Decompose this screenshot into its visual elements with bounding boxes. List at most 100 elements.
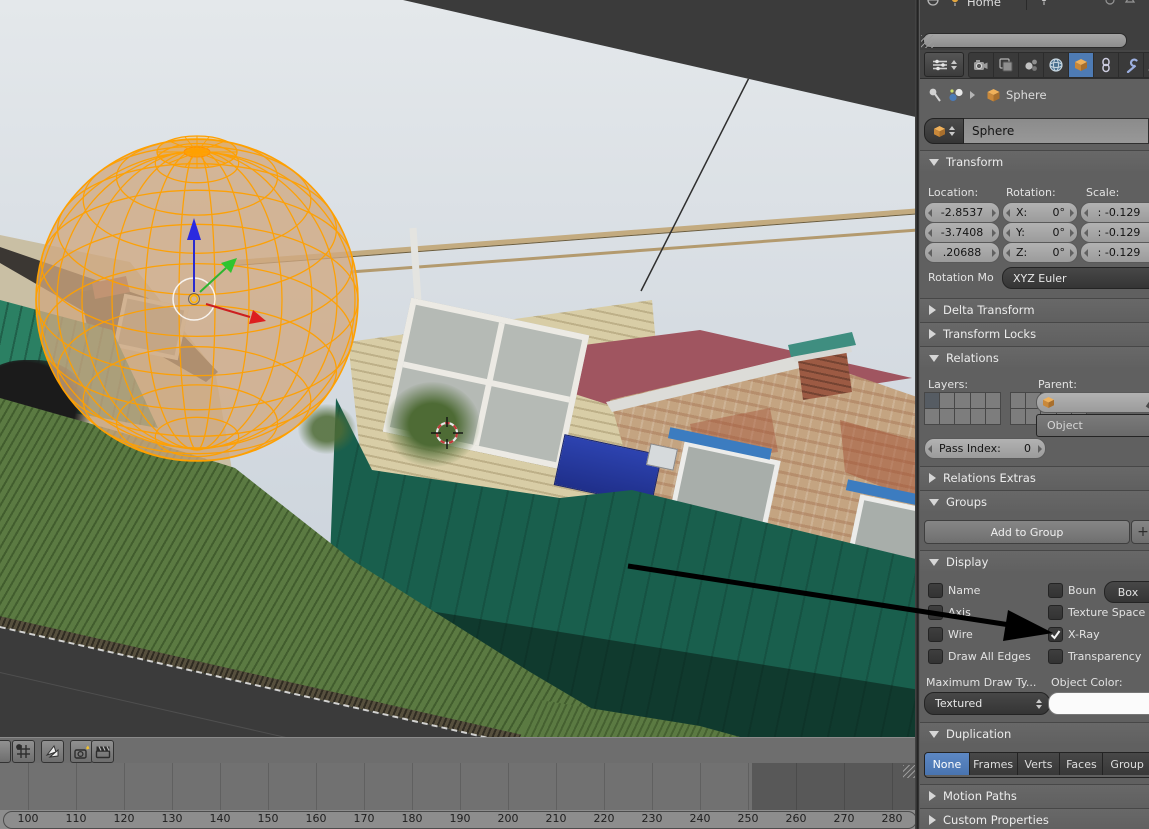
checkbox-draw-all-edges[interactable] <box>928 649 943 664</box>
layer-toggle[interactable] <box>969 407 987 425</box>
layer-toggle[interactable] <box>1009 391 1026 409</box>
checkbox-texture-space[interactable] <box>1048 605 1063 620</box>
panel-header-custom-properties[interactable]: Custom Properties <box>920 808 1149 829</box>
properties-header <box>920 50 1149 79</box>
timeline-gridline <box>220 763 221 810</box>
tab-constraints[interactable] <box>1094 53 1119 77</box>
rotation-y-field[interactable]: Y: 0° <box>1002 222 1078 243</box>
checkbox-axis[interactable] <box>928 605 943 620</box>
location-x-field[interactable]: -2.8537 <box>924 202 1000 223</box>
tab-object[interactable] <box>1069 53 1094 77</box>
panel-header-delta-transform[interactable]: Delta Transform <box>920 298 1149 321</box>
panel-header-duplication[interactable]: Duplication <box>920 722 1149 745</box>
timeline-editor[interactable]: 100 110 120 130 140 150 160 170 180 190 200 210 220 2… <box>0 737 920 829</box>
region-resize-corner[interactable] <box>921 35 934 48</box>
frame-label: 130 <box>161 812 183 825</box>
timeline-gridline <box>652 763 653 810</box>
panel-title: Motion Paths <box>943 789 1017 803</box>
cube-icon <box>987 88 1000 101</box>
panel-title: Relations Extras <box>943 471 1036 485</box>
checkbox-xray[interactable] <box>1048 627 1063 642</box>
tab-data[interactable] <box>1144 53 1149 77</box>
outliner-item-label[interactable]: Home <box>967 0 1001 9</box>
timeline-ruler[interactable]: 100 110 120 130 140 150 160 170 180 190 200 210 220 2… <box>0 810 920 829</box>
layer-toggle[interactable] <box>954 391 971 409</box>
duplication-option-group[interactable]: Group <box>1103 753 1149 775</box>
bounds-type-dropdown[interactable]: Box <box>1104 581 1149 603</box>
tab-scene[interactable] <box>1019 53 1044 77</box>
tab-world[interactable] <box>1044 53 1069 77</box>
layer-toggle[interactable] <box>938 391 956 409</box>
location-y-field[interactable]: -3.7408 <box>924 222 1000 243</box>
checkbox-wire[interactable] <box>928 627 943 642</box>
panel-header-groups[interactable]: Groups <box>920 490 1149 513</box>
panel-header-relations-extras[interactable]: Relations Extras <box>920 466 1149 489</box>
pin-icon[interactable] <box>928 87 943 103</box>
location-z-field[interactable]: .20688 <box>924 242 1000 263</box>
checkbox-transparency[interactable] <box>1048 649 1063 664</box>
checkbox-label: Draw All Edges <box>948 650 1031 663</box>
rotation-z-field[interactable]: Z: 0° <box>1002 242 1078 263</box>
layer-toggle[interactable] <box>923 391 940 409</box>
frame-label: 270 <box>833 812 855 825</box>
blender-window: 100 110 120 130 140 150 160 170 180 190 200 210 220 2… <box>0 0 1149 829</box>
restrict-icon <box>1104 0 1116 10</box>
layer-toggle[interactable] <box>938 407 956 425</box>
layer-toggle[interactable] <box>985 407 1002 425</box>
scale-z-field[interactable]: : -0.129 <box>1080 242 1149 263</box>
layer-toggle[interactable] <box>954 407 971 425</box>
3d-viewport[interactable] <box>0 0 920 737</box>
tab-render-layers[interactable] <box>994 53 1019 77</box>
timeline-clapperboard-button[interactable] <box>91 740 114 763</box>
frame-label: 250 <box>737 812 759 825</box>
add-to-group-button[interactable]: Add to Group <box>924 520 1130 544</box>
checkbox-bounds[interactable] <box>1048 583 1063 598</box>
parent-type-dropdown[interactable]: Object <box>1036 414 1149 437</box>
breadcrumb-object-label[interactable]: Sphere <box>1006 88 1047 102</box>
timeline-track[interactable] <box>0 763 920 810</box>
object-color-swatch[interactable] <box>1048 692 1149 715</box>
scale-y-field[interactable]: : -0.129 <box>1080 222 1149 243</box>
checkbox-label: Axis <box>948 606 971 619</box>
panel-header-motion-paths[interactable]: Motion Paths <box>920 784 1149 807</box>
duplication-option-none[interactable]: None <box>925 753 970 775</box>
duplication-option-faces[interactable]: Faces <box>1060 753 1104 775</box>
properties-panel: Home Sphere Sphere Transform Location: R… <box>920 0 1149 829</box>
panel-title: Delta Transform <box>943 303 1035 317</box>
layer-toggle[interactable] <box>1009 407 1026 425</box>
timeline-editor-type-button[interactable] <box>0 740 11 763</box>
layer-toggle[interactable] <box>923 407 940 425</box>
timeline-bird-button[interactable] <box>41 740 64 763</box>
panel-header-display[interactable]: Display <box>920 550 1149 573</box>
timeline-gridline <box>748 763 749 810</box>
tab-modifiers[interactable] <box>1119 53 1144 77</box>
parent-object-field[interactable] <box>1036 392 1149 413</box>
horizontal-scrollbar[interactable] <box>923 33 1127 48</box>
rotation-x-field[interactable]: X: 0° <box>1002 202 1078 223</box>
layer-toggle[interactable] <box>969 391 987 409</box>
editor-divider[interactable] <box>915 0 920 829</box>
checkbox-name[interactable] <box>928 583 943 598</box>
max-draw-type-dropdown[interactable]: Textured <box>924 692 1050 715</box>
duplication-option-frames[interactable]: Frames <box>969 753 1018 775</box>
panel-header-transform-locks[interactable]: Transform Locks <box>920 322 1149 345</box>
mesh-icon <box>926 0 940 10</box>
name-field-icon-box[interactable] <box>924 118 964 144</box>
scale-x-field[interactable]: : -0.129 <box>1080 202 1149 223</box>
rotation-mode-dropdown[interactable]: XYZ Euler <box>1002 267 1149 289</box>
timeline-camera-button[interactable] <box>70 740 93 763</box>
duplication-option-verts[interactable]: Verts <box>1017 753 1061 775</box>
checkbox-label: Name <box>948 584 981 597</box>
panel-header-transform[interactable]: Transform <box>920 150 1149 173</box>
frame-label: 110 <box>65 812 87 825</box>
timeline-grid-button[interactable] <box>12 740 35 763</box>
tab-render[interactable] <box>969 53 994 77</box>
pass-index-field[interactable]: Pass Index: 0 <box>924 438 1046 459</box>
editor-type-selector[interactable] <box>924 52 964 77</box>
layer-toggle[interactable] <box>985 391 1002 409</box>
panel-header-relations[interactable]: Relations <box>920 346 1149 369</box>
frame-label: 220 <box>593 812 615 825</box>
object-name-input[interactable]: Sphere <box>964 118 1149 144</box>
add-group-plus-button[interactable]: + <box>1131 520 1149 544</box>
frame-label: 120 <box>113 812 135 825</box>
